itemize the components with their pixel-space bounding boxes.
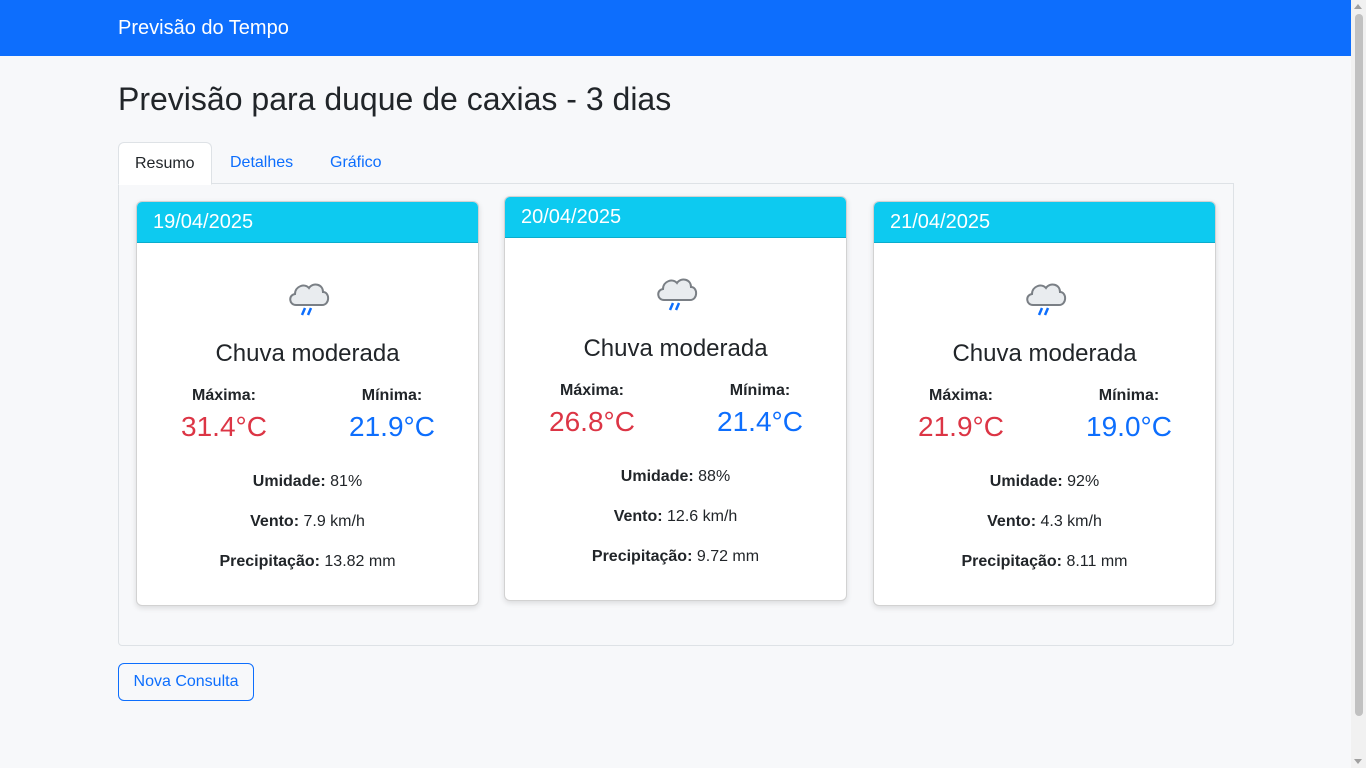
precipitation-label: Precipitação: bbox=[591, 548, 693, 565]
humidity-value: 81% bbox=[330, 473, 363, 490]
max-temp-block: Máxima: 26.8°C bbox=[522, 381, 662, 439]
wind-row: Vento: 7.9 km/h bbox=[137, 512, 478, 532]
scroll-up-arrow-icon[interactable] bbox=[1354, 4, 1362, 9]
precipitation-row: Precipitação: 8.11 mm bbox=[874, 552, 1215, 572]
rain-cloud-icon bbox=[289, 283, 330, 316]
min-temp-label: Mínima: bbox=[729, 382, 791, 399]
rain-cloud-icon bbox=[1026, 283, 1067, 316]
forecast-card: 21/04/2025 Chuva moderada Máxima: 21.9°C… bbox=[873, 201, 1216, 606]
wind-value: 7.9 km/h bbox=[303, 513, 365, 530]
weather-condition: Chuva moderada bbox=[952, 340, 1137, 367]
humidity-label: Umidade: bbox=[252, 473, 326, 490]
max-temp-block: Máxima: 21.9°C bbox=[891, 386, 1031, 444]
max-temp-label: Máxima: bbox=[191, 387, 257, 404]
card-date: 19/04/2025 bbox=[137, 202, 478, 243]
navbar: Previsão do Tempo bbox=[0, 0, 1351, 56]
precipitation-row: Precipitação: 9.72 mm bbox=[505, 547, 846, 567]
min-temp-block: Mínima: 21.9°C bbox=[322, 386, 462, 444]
page-title: Previsão para duque de caxias - 3 dias bbox=[118, 81, 672, 117]
max-temp-value: 31.4°C bbox=[181, 411, 267, 442]
wind-row: Vento: 4.3 km/h bbox=[874, 512, 1215, 532]
forecast-tabs: Resumo Detalhes Gráfico bbox=[118, 142, 1234, 185]
max-temp-block: Máxima: 31.4°C bbox=[154, 386, 294, 444]
humidity-row: Umidade: 81% bbox=[137, 472, 478, 492]
max-temp-value: 26.8°C bbox=[549, 406, 635, 437]
min-temp-value: 21.4°C bbox=[717, 406, 803, 437]
min-temp-label: Mínima: bbox=[361, 387, 423, 404]
rain-cloud-icon bbox=[657, 278, 698, 311]
tab-content-resumo: 19/04/2025 Chuva moderada Máxima: 31.4°C… bbox=[118, 183, 1234, 646]
card-date: 21/04/2025 bbox=[874, 202, 1215, 243]
new-query-button[interactable]: Nova Consulta bbox=[118, 663, 254, 701]
tab-grafico[interactable]: Gráfico bbox=[314, 142, 398, 184]
min-temp-label: Mínima: bbox=[1098, 387, 1160, 404]
precipitation-row: Precipitação: 13.82 mm bbox=[137, 552, 478, 572]
humidity-row: Umidade: 92% bbox=[874, 472, 1215, 492]
max-temp-label: Máxima: bbox=[559, 382, 625, 399]
card-date: 20/04/2025 bbox=[505, 197, 846, 238]
precipitation-value: 9.72 mm bbox=[696, 548, 760, 565]
wind-value: 4.3 km/h bbox=[1040, 513, 1102, 530]
precipitation-label: Precipitação: bbox=[961, 553, 1062, 570]
wind-label: Vento: bbox=[987, 513, 1037, 530]
max-temp-label: Máxima: bbox=[928, 387, 994, 404]
wind-row: Vento: 12.6 km/h bbox=[505, 507, 846, 527]
humidity-label: Umidade: bbox=[620, 468, 694, 485]
min-temp-block: Mínima: 21.4°C bbox=[690, 381, 830, 439]
humidity-value: 92% bbox=[1067, 473, 1100, 490]
precipitation-value: 13.82 mm bbox=[324, 553, 396, 570]
precipitation-label: Precipitação: bbox=[219, 553, 320, 570]
scroll-thumb[interactable] bbox=[1355, 14, 1363, 716]
min-temp-value: 21.9°C bbox=[349, 411, 435, 442]
min-temp-block: Mínima: 19.0°C bbox=[1059, 386, 1199, 444]
tab-resumo[interactable]: Resumo bbox=[118, 142, 212, 185]
humidity-label: Umidade: bbox=[989, 473, 1063, 490]
vertical-scrollbar[interactable] bbox=[1351, 0, 1366, 768]
precipitation-value: 8.11 mm bbox=[1066, 553, 1128, 570]
tab-detalhes[interactable]: Detalhes bbox=[214, 142, 309, 184]
navbar-brand[interactable]: Previsão do Tempo bbox=[118, 16, 289, 40]
humidity-row: Umidade: 88% bbox=[505, 467, 846, 487]
wind-label: Vento: bbox=[613, 508, 663, 525]
humidity-value: 88% bbox=[698, 468, 731, 485]
min-temp-value: 19.0°C bbox=[1086, 411, 1172, 442]
weather-condition: Chuva moderada bbox=[583, 335, 768, 362]
weather-condition: Chuva moderada bbox=[215, 340, 400, 367]
forecast-card: 20/04/2025 Chuva moderada Máxima: 26.8°C… bbox=[504, 196, 847, 601]
max-temp-value: 21.9°C bbox=[918, 411, 1004, 442]
forecast-card: 19/04/2025 Chuva moderada Máxima: 31.4°C… bbox=[136, 201, 479, 606]
scroll-down-arrow-icon[interactable] bbox=[1354, 759, 1362, 764]
wind-label: Vento: bbox=[250, 513, 300, 530]
wind-value: 12.6 km/h bbox=[667, 508, 738, 525]
